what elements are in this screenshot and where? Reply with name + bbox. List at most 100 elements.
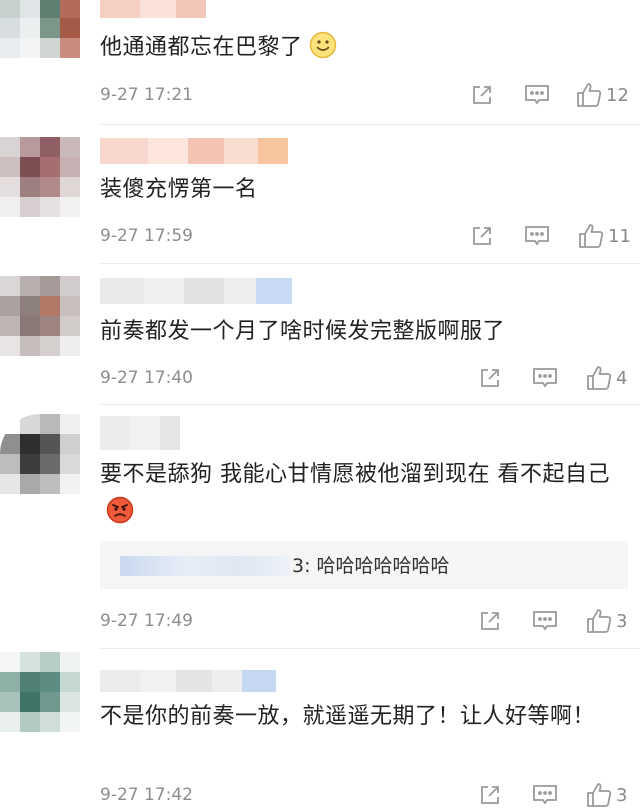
username-blurred[interactable]: [100, 138, 288, 164]
reply-text: 3: 哈哈哈哈哈哈哈: [292, 554, 450, 577]
avatar-pixel: [40, 336, 60, 356]
avatar-pixel: [20, 336, 40, 356]
avatar-pixel: [20, 177, 40, 197]
username-pixel: [242, 670, 276, 692]
comment-text: 装傻充愣第一名: [100, 177, 258, 202]
avatar-pixel: [40, 157, 60, 177]
username-pixel: [224, 278, 256, 304]
timestamp: 9-27 17:40: [100, 368, 193, 388]
username-pixel: [100, 670, 140, 692]
avatar-pixel: [0, 276, 20, 296]
avatar-pixel: [0, 474, 20, 494]
avatar-pixel: [0, 18, 20, 38]
avatar-pixel: [60, 434, 80, 454]
divider: [100, 124, 640, 125]
comment-button[interactable]: [532, 365, 558, 391]
username-blurred[interactable]: [100, 278, 292, 304]
avatar-pixel: [20, 276, 40, 296]
share-button[interactable]: [470, 82, 494, 108]
avatar-pixel: [60, 177, 80, 197]
avatar-pixel: [20, 434, 40, 454]
avatar-pixel: [0, 692, 20, 712]
divider: [100, 648, 640, 649]
username-pixel: [176, 0, 206, 18]
like-count: 4: [616, 367, 628, 389]
share-button[interactable]: [478, 365, 502, 391]
avatar[interactable]: [0, 414, 80, 494]
like-count: 3: [616, 784, 628, 806]
avatar-pixel: [0, 157, 20, 177]
like-button[interactable]: 3: [586, 782, 627, 808]
avatar-pixel: [40, 652, 60, 672]
share-icon: [481, 612, 499, 630]
comment-text: 不是你的前奏一放，就遥遥无期了！让人好等啊！: [100, 704, 596, 729]
username-pixel: [140, 670, 176, 692]
username-pixel: [184, 278, 224, 304]
like-button[interactable]: 4: [586, 365, 627, 391]
like-button[interactable]: 3: [586, 608, 627, 634]
like-count: 11: [608, 225, 631, 247]
like-button[interactable]: 12: [576, 82, 629, 108]
avatar-pixel: [0, 197, 20, 217]
comment-text: 要不是舔狗 我能心甘情愿被他溜到现在 看不起自己: [100, 456, 628, 537]
comment-text: 前奏都发一个月了啥时候发完整版啊服了: [100, 319, 506, 344]
avatar-pixel: [60, 197, 80, 217]
avatar-pixel: [60, 276, 80, 296]
username-blurred[interactable]: [100, 670, 276, 692]
username-pixel: [100, 416, 130, 450]
share-button[interactable]: [478, 608, 502, 634]
username-blurred[interactable]: [100, 0, 206, 18]
username-pixel: [140, 0, 176, 18]
avatar-pixel: [60, 296, 80, 316]
avatar-pixel: [60, 38, 80, 58]
avatar-pixel: [0, 0, 20, 18]
comment-button[interactable]: [524, 82, 550, 108]
timestamp: 9-27 17:42: [100, 785, 193, 805]
avatar-pixel: [0, 296, 20, 316]
avatar-pixel: [60, 712, 80, 732]
username-blurred[interactable]: [100, 416, 180, 450]
avatar[interactable]: [0, 137, 80, 217]
avatar[interactable]: [0, 0, 80, 58]
username-pixel: [100, 278, 144, 304]
like-button[interactable]: 11: [578, 223, 631, 249]
avatar-pixel: [20, 672, 40, 692]
avatar-pixel: [20, 296, 40, 316]
avatar-pixel: [0, 672, 20, 692]
smile-emoji-icon: [309, 31, 337, 71]
avatar-pixel: [0, 454, 20, 474]
username-pixel: [258, 138, 288, 164]
reply-preview[interactable]: 3: 哈哈哈哈哈哈哈: [100, 541, 628, 589]
avatar[interactable]: [0, 276, 80, 356]
avatar-pixel: [20, 712, 40, 732]
avatar-pixel: [40, 692, 60, 712]
share-button[interactable]: [478, 782, 502, 808]
thumbs-up-icon: [577, 83, 602, 107]
avatar[interactable]: [0, 652, 80, 732]
avatar-pixel: [20, 197, 40, 217]
avatar-pixel: [20, 454, 40, 474]
thumbs-up-icon: [587, 783, 612, 807]
avatar-pixel: [40, 474, 60, 494]
avatar-pixel: [0, 336, 20, 356]
avatar-pixel: [60, 414, 80, 434]
username-pixel: [256, 278, 292, 304]
avatar-pixel: [60, 137, 80, 157]
avatar-pixel: [40, 672, 60, 692]
avatar-pixel: [0, 712, 20, 732]
avatar-pixel: [20, 137, 40, 157]
divider: [100, 404, 640, 405]
avatar-pixel: [20, 316, 40, 336]
reply-username-blurred[interactable]: [120, 555, 290, 576]
avatar-pixel: [60, 652, 80, 672]
like-count: 12: [606, 84, 629, 106]
comment-button[interactable]: [532, 782, 558, 808]
share-button[interactable]: [470, 223, 494, 249]
avatar-pixel: [60, 474, 80, 494]
username-pixel: [212, 670, 242, 692]
share-icon: [481, 786, 499, 804]
comment-button[interactable]: [524, 223, 550, 249]
avatar-pixel: [40, 712, 60, 732]
username-pixel: [188, 138, 224, 164]
comment-button[interactable]: [532, 608, 558, 634]
